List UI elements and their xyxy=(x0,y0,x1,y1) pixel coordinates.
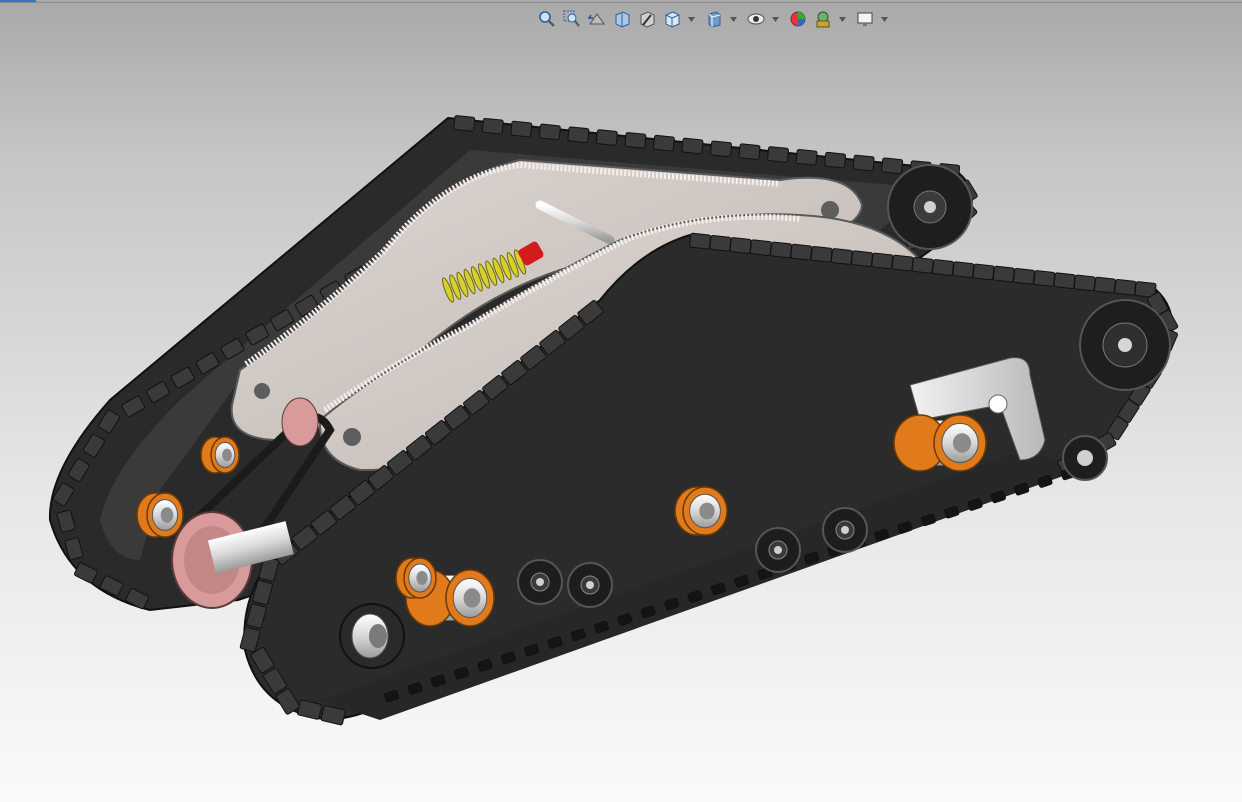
chevron-down-icon xyxy=(771,16,779,22)
view-orientation-button[interactable] xyxy=(661,8,683,30)
view-orientation-dropdown-arrow[interactable] xyxy=(686,8,696,30)
track-lug xyxy=(891,254,914,272)
zoom-to-fit-icon xyxy=(539,11,555,27)
view-settings-dropdown-arrow[interactable] xyxy=(879,8,889,30)
track-lug xyxy=(871,252,894,270)
display-style-icon xyxy=(708,11,721,28)
track-lug xyxy=(709,234,732,252)
track-lug xyxy=(729,237,752,254)
rear-plate-hole xyxy=(254,383,270,399)
hide-show-items-dropdown-arrow[interactable] xyxy=(770,8,780,30)
apply-scene-dropdown-arrow[interactable] xyxy=(837,8,847,30)
display-style-dropdown-arrow[interactable] xyxy=(728,8,738,30)
apply-scene-icon xyxy=(816,11,830,28)
track-lug xyxy=(830,248,853,265)
dynamic-annotation-views-button[interactable] xyxy=(636,8,658,30)
track-lug xyxy=(510,120,533,138)
zoom-to-fit-button[interactable] xyxy=(536,8,558,30)
chevron-down-icon xyxy=(838,16,846,22)
track-lug xyxy=(689,232,712,250)
lower-roller-wheel[interactable] xyxy=(1062,435,1108,481)
track-lug xyxy=(1013,267,1036,285)
view-settings-icon xyxy=(857,12,873,26)
shaft-bore xyxy=(160,507,174,523)
track-lug xyxy=(881,157,904,175)
shaft-bore xyxy=(463,588,481,608)
chevron-down-icon xyxy=(880,16,888,22)
track-lug xyxy=(972,263,995,281)
road-wheel-bore xyxy=(536,578,544,586)
track-lug xyxy=(852,154,875,172)
heads-up-view-toolbar xyxy=(536,8,893,30)
track-lug xyxy=(952,261,975,279)
shaft-bore xyxy=(952,433,972,453)
track-lug xyxy=(652,134,675,152)
hide-show-items-button[interactable] xyxy=(745,8,767,30)
window-top-border xyxy=(0,2,1242,3)
track-lug xyxy=(1073,274,1096,292)
front-idler-wheel[interactable] xyxy=(1079,299,1171,391)
track-lug xyxy=(932,259,955,276)
shaft-bore xyxy=(222,448,232,462)
track-lug xyxy=(1094,276,1116,294)
road-wheel-bore xyxy=(774,546,782,554)
shaft-bore xyxy=(416,571,428,585)
hide-show-items-icon xyxy=(747,13,765,25)
edit-appearance-icon xyxy=(790,11,806,27)
apply-scene-button[interactable] xyxy=(812,8,834,30)
track-lug xyxy=(1114,278,1137,296)
track-lug xyxy=(795,149,818,166)
track-lug xyxy=(911,256,934,274)
track-lug xyxy=(810,245,833,263)
track-lug xyxy=(567,126,590,143)
view-orientation-icon xyxy=(665,11,680,28)
section-view-icon xyxy=(615,11,630,28)
track-lug xyxy=(538,123,561,141)
road-wheel-bore xyxy=(586,581,594,589)
zoom-to-area-icon xyxy=(563,10,580,27)
edit-appearance-button[interactable] xyxy=(787,8,809,30)
track-lug xyxy=(824,151,847,169)
zoom-to-area-button[interactable] xyxy=(561,8,583,30)
front-sprocket[interactable] xyxy=(339,603,405,669)
track-lug xyxy=(1053,272,1076,290)
track-lug xyxy=(453,115,476,132)
display-style-button[interactable] xyxy=(703,8,725,30)
track-lug xyxy=(481,117,504,135)
graphics-viewport[interactable] xyxy=(0,34,1242,802)
track-lug xyxy=(992,265,1015,283)
track-lug xyxy=(790,243,813,261)
section-view-button[interactable] xyxy=(611,8,633,30)
front-plate-hole xyxy=(343,428,361,446)
track-lug xyxy=(749,239,772,257)
track-lug xyxy=(1033,270,1056,287)
chevron-down-icon xyxy=(687,16,695,22)
track-lug xyxy=(595,129,618,146)
rear-idler-bore xyxy=(924,201,936,213)
previous-view-button[interactable] xyxy=(586,8,608,30)
shaft-bore xyxy=(699,502,715,520)
track-lug xyxy=(851,250,874,268)
track-lug xyxy=(624,132,647,149)
dynamic-annotation-views-icon xyxy=(640,11,655,28)
track-lug xyxy=(738,143,761,160)
track-lug xyxy=(770,241,793,259)
track-lug xyxy=(767,146,789,163)
track-lug xyxy=(710,140,732,158)
track-lug xyxy=(681,137,704,155)
road-wheel-bore xyxy=(841,526,849,534)
assembly-model[interactable] xyxy=(0,34,1242,802)
previous-view-icon xyxy=(588,13,605,25)
chevron-down-icon xyxy=(729,16,737,22)
view-settings-button[interactable] xyxy=(854,8,876,30)
